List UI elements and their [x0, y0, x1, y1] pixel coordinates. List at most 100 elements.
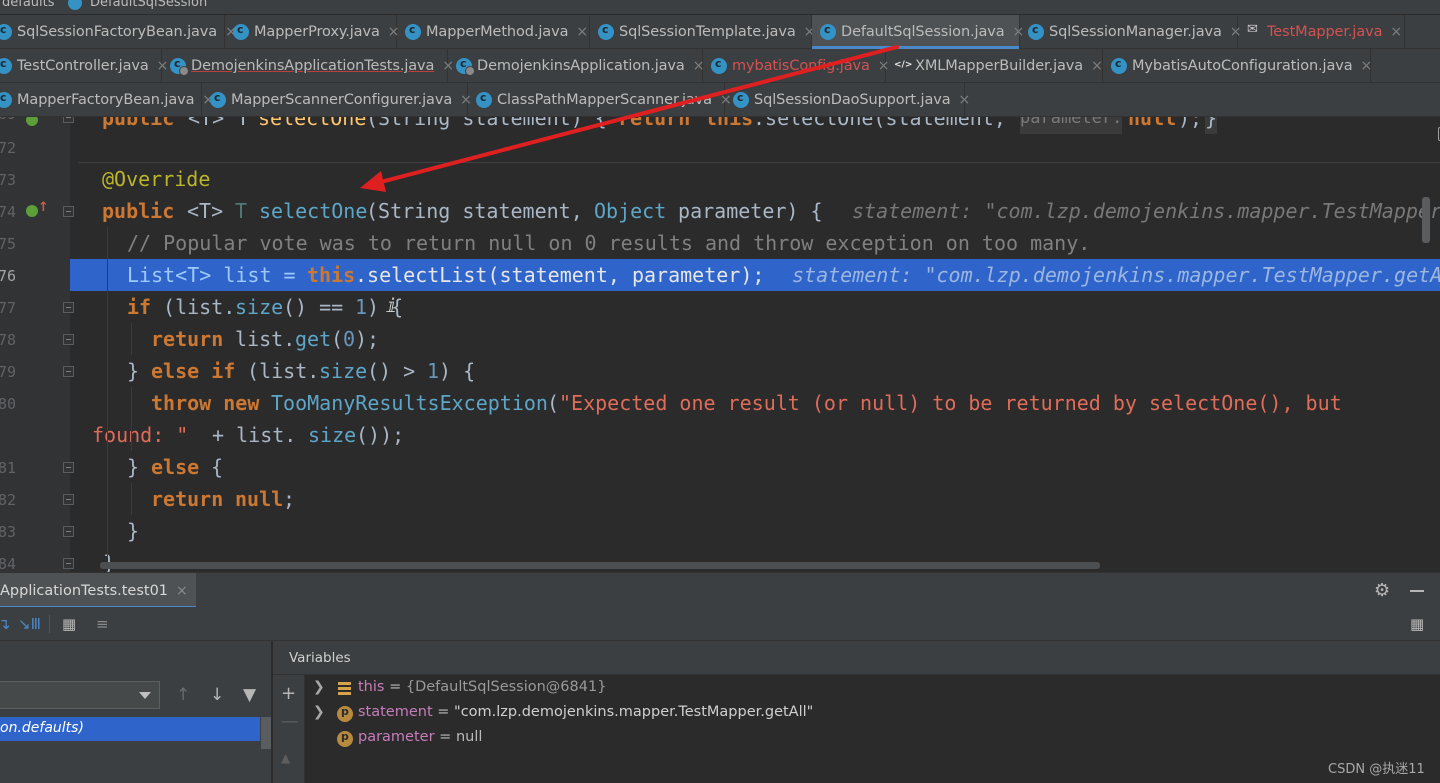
implements-icon[interactable]	[26, 205, 38, 217]
editor-gutter[interactable]: 69 72 73 74 75 76 77 78 79 80 81 82 83 8…	[0, 117, 74, 572]
line-number: 75	[0, 235, 16, 253]
chevron-right-icon[interactable]: ❯	[313, 704, 325, 720]
debug-session-tab[interactable]: ApplicationTests.test01 ×	[0, 573, 196, 608]
class-icon	[405, 23, 421, 40]
remove-watch-icon[interactable]: —	[281, 711, 299, 732]
code-line[interactable]: return list. get ( 0 );	[70, 323, 1440, 355]
breadcrumb: defaults DefaultSqlSession	[0, 0, 1440, 14]
tab-mybatisconfig[interactable]: mybatisConfig.java ×	[703, 49, 890, 83]
class-icon	[68, 0, 82, 10]
class-icon	[233, 23, 249, 40]
implements-icon[interactable]	[26, 117, 38, 126]
toolbar-divider	[49, 615, 50, 633]
code-area[interactable]: public <T> T selectOne (String statement…	[70, 117, 1440, 572]
tab-sqlsessiontemplate[interactable]: SqlSessionTemplate.java ×	[590, 15, 815, 49]
vertical-scrollbar[interactable]	[1422, 197, 1430, 243]
variables-side-toolbar: + — ▲	[273, 675, 305, 783]
variable-row-statement[interactable]: ❯ statement = "com.lzp.demojenkins.mappe…	[309, 702, 1409, 727]
indent-guide	[131, 323, 132, 355]
line-number: 80	[0, 395, 16, 413]
tab-testcontroller[interactable]: TestController.java ×	[0, 49, 168, 83]
line-number: 77	[0, 299, 16, 317]
breadcrumb-package[interactable]: defaults	[2, 0, 55, 10]
tab-mapperscannerconfigurer[interactable]: MapperScannerConfigurer.java ×	[202, 83, 472, 117]
editor-tabs-row-1: SqlSessionFactoryBean.java × MapperProxy…	[0, 15, 1440, 49]
tab-demojenkinsapplicationtests[interactable]: DemojenkinsApplicationTests.java ×	[162, 49, 454, 83]
arrow-down-icon[interactable]: ↓	[210, 685, 224, 705]
code-line[interactable]: return null ;	[70, 483, 1440, 515]
indent-guide	[131, 483, 132, 515]
variables-panel: Variables + — ▲ ❯ this = {DefaultSqlSess…	[273, 641, 1440, 783]
class-icon	[0, 57, 12, 74]
tab-sqlsessiondaosupport[interactable]: SqlSessionDaoSupport.java ×	[725, 83, 970, 117]
run-to-cursor-icon[interactable]: ↘Ⅲ	[18, 615, 41, 633]
parameter-icon	[337, 730, 353, 747]
class-icon	[1111, 57, 1127, 74]
move-up-icon[interactable]: ▲	[281, 751, 290, 765]
minimize-icon[interactable]	[1410, 590, 1424, 592]
class-icon	[1028, 23, 1044, 40]
tab-xmlmapperbuilder[interactable]: XMLMapperBuilder.java ×	[886, 49, 1103, 83]
breadcrumb-class[interactable]: DefaultSqlSession	[90, 0, 207, 10]
evaluate-table-icon[interactable]: ▦	[62, 615, 76, 633]
current-execution-line[interactable]: List<T> list = this .selectList(statemen…	[70, 259, 1440, 291]
tab-classpathmapperscanner[interactable]: ClassPathMapperScanner.java ×	[468, 83, 732, 117]
code-line-wrap[interactable]: found: " + list. size ());	[70, 419, 1440, 451]
code-line[interactable]: if (list. size () == 1 ) {	[70, 291, 1440, 323]
indent-guide	[131, 387, 132, 451]
debug-toolbar: ↴ ↘Ⅲ ▦ ≡ ▦	[0, 607, 1440, 641]
xml-icon	[894, 58, 912, 74]
close-icon[interactable]: ×	[176, 583, 188, 599]
code-line[interactable]: @Override	[70, 163, 1440, 195]
filter-icon[interactable]: ▼	[243, 685, 256, 705]
stack-frame-selected[interactable]: on.defaults)	[0, 717, 260, 741]
mybatis-icon	[1246, 22, 1262, 40]
line-number: 79	[0, 363, 16, 381]
line-number: 82	[0, 491, 16, 509]
layout-settings-icon[interactable]: ▦	[1410, 615, 1424, 633]
close-icon[interactable]: ×	[1361, 58, 1373, 74]
code-line[interactable]: public <T> T selectOne (String statement…	[70, 195, 1440, 227]
parameter-icon	[337, 705, 353, 722]
code-line[interactable]: } else if (list. size () > 1 ) {	[70, 355, 1440, 387]
tab-testmapper[interactable]: TestMapper.java ×	[1238, 15, 1405, 49]
trace-icon[interactable]: ≡	[96, 615, 109, 633]
tab-demojenkinsapplication[interactable]: DemojenkinsApplication.java ×	[448, 49, 704, 83]
close-icon[interactable]: ×	[1390, 24, 1402, 40]
line-number: 76	[0, 267, 16, 285]
tab-mapperfactorybean[interactable]: MapperFactoryBean.java ×	[0, 83, 214, 117]
tab-sqlsessionfactorybean[interactable]: SqlSessionFactoryBean.java ×	[0, 15, 237, 49]
chevron-down-icon	[139, 692, 151, 699]
variable-row-parameter[interactable]: parameter = null	[309, 727, 1409, 752]
code-line[interactable]: public <T> T selectOne (String statement…	[70, 117, 1440, 134]
gear-icon[interactable]: ⚙	[1374, 580, 1390, 601]
arrow-up-icon[interactable]: ↑	[176, 685, 190, 705]
close-icon[interactable]: ×	[1091, 58, 1103, 74]
horizontal-scrollbar[interactable]	[100, 562, 1100, 569]
tab-mappermethod[interactable]: MapperMethod.java ×	[397, 15, 590, 49]
overrides-arrow-icon[interactable]: ↑	[38, 200, 49, 215]
close-icon[interactable]: ×	[576, 24, 588, 40]
tab-mapperproxy[interactable]: MapperProxy.java ×	[225, 15, 399, 49]
code-line[interactable]: throw new TooManyResultsException ( "Exp…	[70, 387, 1440, 419]
variable-row-this[interactable]: ❯ this = {DefaultSqlSession@6841}	[309, 677, 1409, 702]
tab-mybatisautoconfiguration[interactable]: MybatisAutoConfiguration.java ×	[1103, 49, 1373, 83]
code-line[interactable]: } else {	[70, 451, 1440, 483]
frames-scrollbar[interactable]	[261, 717, 271, 749]
chevron-right-icon[interactable]: ❯	[313, 679, 325, 695]
code-line[interactable]: // Popular vote was to return null on 0 …	[70, 227, 1440, 259]
close-icon[interactable]: ×	[959, 92, 971, 108]
step-icon[interactable]: ↴	[0, 615, 11, 633]
line-number: 72	[0, 139, 16, 157]
line-number: 78	[0, 331, 16, 349]
add-watch-icon[interactable]: +	[281, 683, 296, 704]
thread-selector[interactable]	[0, 681, 160, 709]
text-cursor-icon: ⅈ	[386, 295, 398, 317]
code-editor[interactable]: 69 72 73 74 75 76 77 78 79 80 81 82 83 8…	[0, 117, 1440, 572]
line-number: 73	[0, 171, 16, 189]
variables-header: Variables	[273, 641, 1440, 675]
class-icon	[711, 57, 727, 74]
tab-defaultsqlsession[interactable]: DefaultSqlSession.java ×	[812, 15, 1024, 49]
tab-sqlsessionmanager[interactable]: SqlSessionManager.java ×	[1020, 15, 1242, 49]
code-line[interactable]: }	[70, 515, 1440, 547]
